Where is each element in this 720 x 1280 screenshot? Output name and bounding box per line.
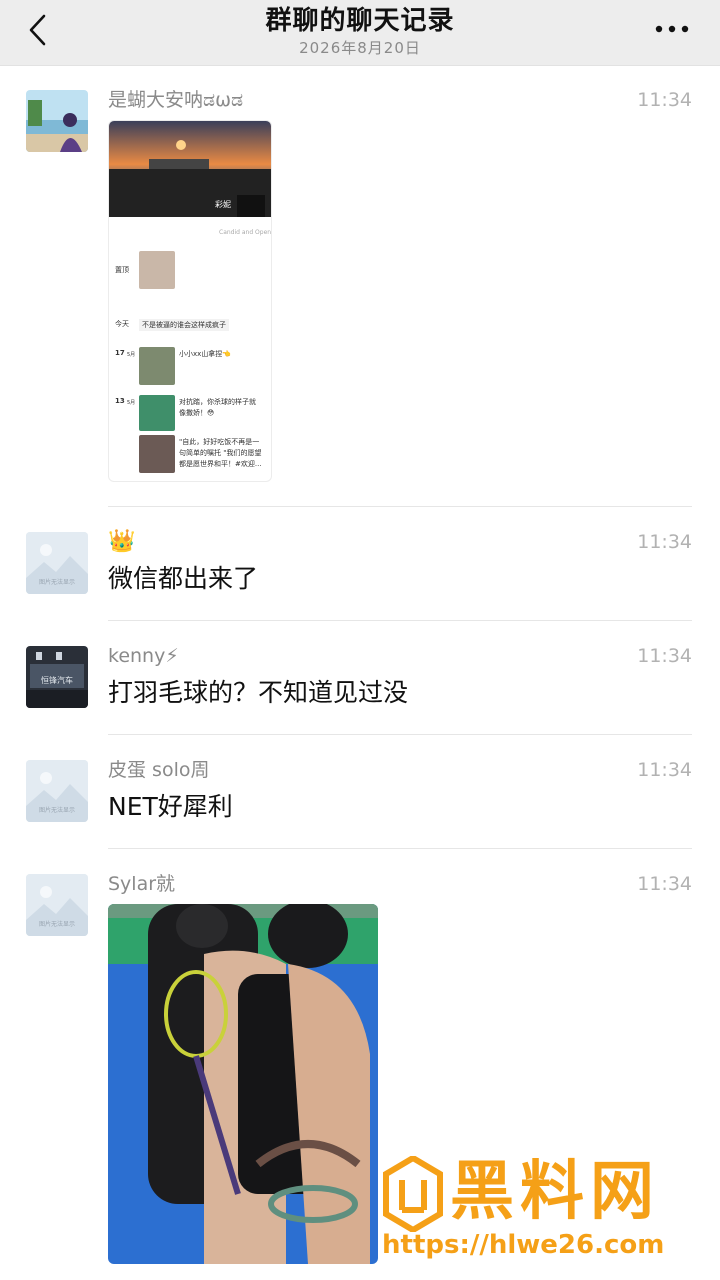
avatar-caption: 恒锋汽车 (41, 676, 73, 685)
badminton-selfie-image (108, 904, 378, 1264)
day2-post-line5: 都是愿世界和平！#欢迎... (179, 460, 262, 468)
message-time: 11:34 (637, 759, 692, 781)
cover-photo (109, 121, 271, 217)
message-time: 11:34 (637, 531, 692, 553)
day2-unit: 5月 (127, 400, 136, 406)
chat-record-header: 群聊的聊天记录 2026年8月20日 (0, 0, 720, 66)
watermark: 黑料网 https://hlwe26.com (378, 1152, 708, 1272)
day1-thumbnail (139, 347, 175, 385)
back-button[interactable] (18, 10, 58, 50)
header-title-block: 群聊的聊天记录 2026年8月20日 (120, 4, 600, 58)
watermark-logo-icon (383, 1156, 443, 1232)
shared-screenshot[interactable]: 彩妮 Candid and Open 置顶 今天 不是被逼的谁会这样成疯子 17… (108, 120, 272, 482)
sender-name: 皮蛋 solo周 (108, 759, 210, 781)
pinned-label: 置顶 (115, 266, 129, 274)
watermark-url: https://hlwe26.com (382, 1230, 665, 1260)
day1-post: 小小xx山拿捏👈 (179, 350, 232, 358)
record-date: 2026年8月20日 (299, 39, 421, 57)
avatar[interactable]: 图片无法显示 (26, 874, 88, 936)
day2-label: 13 (115, 397, 125, 405)
message-divider (108, 734, 692, 735)
avatar-image (26, 90, 88, 152)
message-time: 11:34 (637, 89, 692, 111)
day2-thumbnail-a (139, 395, 175, 431)
page-title: 群聊的聊天记录 (265, 6, 455, 36)
avatar[interactable] (26, 90, 88, 152)
message-text: NET好犀利 (108, 792, 233, 821)
day2-post-line1: 对抗踏，你杀球的样子就 (179, 398, 256, 406)
more-dots-icon (655, 25, 689, 33)
avatar[interactable]: 图片无法显示 (26, 760, 88, 822)
message-time: 11:34 (637, 873, 692, 895)
day2-thumbnail-b (139, 435, 175, 473)
profile-caption: Candid and Open (219, 229, 272, 236)
message-time: 11:34 (637, 645, 692, 667)
sender-name: kenny⚡ (108, 645, 179, 667)
avatar[interactable]: 恒锋汽车 (26, 646, 88, 708)
chevron-left-icon (29, 14, 46, 46)
message-text: 打羽毛球的？不知道见过没 (108, 678, 409, 707)
watermark-brand: 黑料网 (450, 1155, 660, 1229)
avatar-caption: 图片无法显示 (38, 579, 75, 586)
today-post: 不是被逼的谁会这样成疯子 (139, 319, 229, 331)
day2-post-line4: 句简单的嘱托 "我们的愿望 (179, 449, 262, 457)
profile-name-tag: 彩妮 (215, 200, 231, 209)
day2-post-line2: 像撒娇！😳 (179, 409, 215, 417)
sender-name: Sylar就 (108, 873, 176, 895)
avatar-caption: 图片无法显示 (38, 921, 75, 928)
day2-post-line3: "自此，好好吃饭不再是一 (179, 438, 260, 446)
sender-name: 👑 (108, 529, 136, 554)
message-divider (108, 620, 692, 621)
avatar[interactable]: 图片无法显示 (26, 532, 88, 594)
day1-unit: 5月 (127, 352, 136, 358)
message-text: 微信都出来了 (108, 564, 259, 593)
pinned-thumbnail (139, 251, 175, 289)
message-divider (108, 506, 692, 507)
sender-name: 是蝴大安呐ಡωಡ (108, 89, 244, 111)
shared-photo[interactable] (108, 904, 378, 1264)
day1-label: 17 (115, 349, 125, 357)
today-label: 今天 (115, 320, 129, 328)
avatar-caption: 图片无法显示 (38, 807, 75, 814)
more-button[interactable] (652, 14, 692, 44)
message-divider (108, 848, 692, 849)
